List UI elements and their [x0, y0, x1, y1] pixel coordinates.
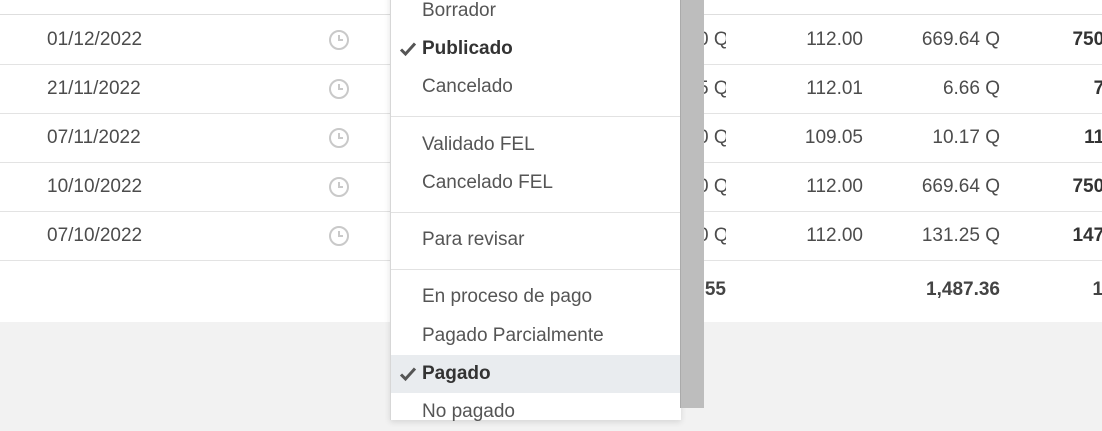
- filter-option-cancelado-fel[interactable]: Cancelado FEL: [391, 164, 680, 202]
- clock-icon[interactable]: [328, 127, 350, 149]
- filter-option-borrador[interactable]: Borrador: [391, 0, 680, 30]
- date-cell: 01/12/2022: [47, 29, 143, 50]
- divider: [391, 269, 680, 270]
- filter-option-publicado[interactable]: Publicado: [391, 30, 680, 68]
- clock-icon[interactable]: [328, 29, 350, 51]
- filter-option-label: Publicado: [422, 38, 513, 59]
- filter-option-en-proceso-de-pago[interactable]: En proceso de pago: [391, 278, 680, 316]
- rate-cell: 112.00: [806, 29, 863, 50]
- divider: [391, 116, 680, 117]
- usd-amount-cell: 669.64 Q: [921, 29, 1000, 50]
- clock-icon[interactable]: [328, 225, 350, 247]
- filter-option-cancelado[interactable]: Cancelado: [391, 68, 680, 106]
- scrollbar[interactable]: [680, 0, 704, 408]
- state-filter-dropdown: Borrador Publicado Cancelado Validado FE…: [390, 0, 681, 422]
- divider: [391, 212, 680, 213]
- filter-option-label: No pagado: [422, 401, 515, 422]
- grand-total-sum: 1,665: [1092, 279, 1102, 300]
- total-cell: 750.0: [1072, 176, 1102, 197]
- usd-amount-cell: 6.66 Q: [942, 78, 1000, 99]
- filter-option-label: Cancelado FEL: [422, 172, 553, 193]
- filter-option-label: Borrador: [422, 0, 496, 21]
- checkmark-icon: [399, 42, 417, 57]
- clock-icon[interactable]: [328, 78, 350, 100]
- filter-option-label: Cancelado: [422, 76, 513, 97]
- total-cell: 147.0: [1072, 225, 1102, 246]
- date-cell: 07/11/2022: [47, 127, 141, 148]
- usd-amount-cell: 669.64 Q: [921, 176, 1000, 197]
- total-cell: 750.0: [1072, 29, 1102, 50]
- filter-option-para-revisar[interactable]: Para revisar: [391, 221, 680, 259]
- filter-option-pagado[interactable]: Pagado: [391, 355, 680, 393]
- filter-option-label: En proceso de pago: [422, 286, 593, 307]
- clock-icon[interactable]: [328, 176, 350, 198]
- filter-option-label: Validado FEL: [422, 134, 535, 155]
- filter-option-pagado-parcialmente[interactable]: Pagado Parcialmente: [391, 317, 680, 355]
- usd-amount-cell: 10.17 Q: [932, 127, 1000, 148]
- rate-cell: 112.00: [806, 176, 863, 197]
- total-cell: 11.0: [1084, 127, 1102, 148]
- date-cell: 10/10/2022: [47, 176, 143, 197]
- checkmark-icon: [399, 367, 417, 382]
- filter-option-no-pagado[interactable]: No pagado: [391, 393, 680, 431]
- date-cell: 21/11/2022: [47, 78, 141, 99]
- filter-option-label: Pagado: [422, 363, 491, 384]
- rate-cell: 109.05: [804, 127, 863, 148]
- date-cell: 07/10/2022: [47, 225, 143, 246]
- usd-amount-cell: 131.25 Q: [921, 225, 1000, 246]
- total-cell: 7.4: [1093, 78, 1102, 99]
- rate-cell: 112.00: [806, 225, 863, 246]
- rate-cell: 112.01: [806, 78, 863, 99]
- filter-option-label: Pagado Parcialmente: [422, 325, 604, 346]
- filter-option-label: Para revisar: [422, 229, 525, 250]
- total-usd-sum: 1,487.36: [926, 279, 1000, 300]
- filter-option-validado-fel[interactable]: Validado FEL: [391, 126, 680, 164]
